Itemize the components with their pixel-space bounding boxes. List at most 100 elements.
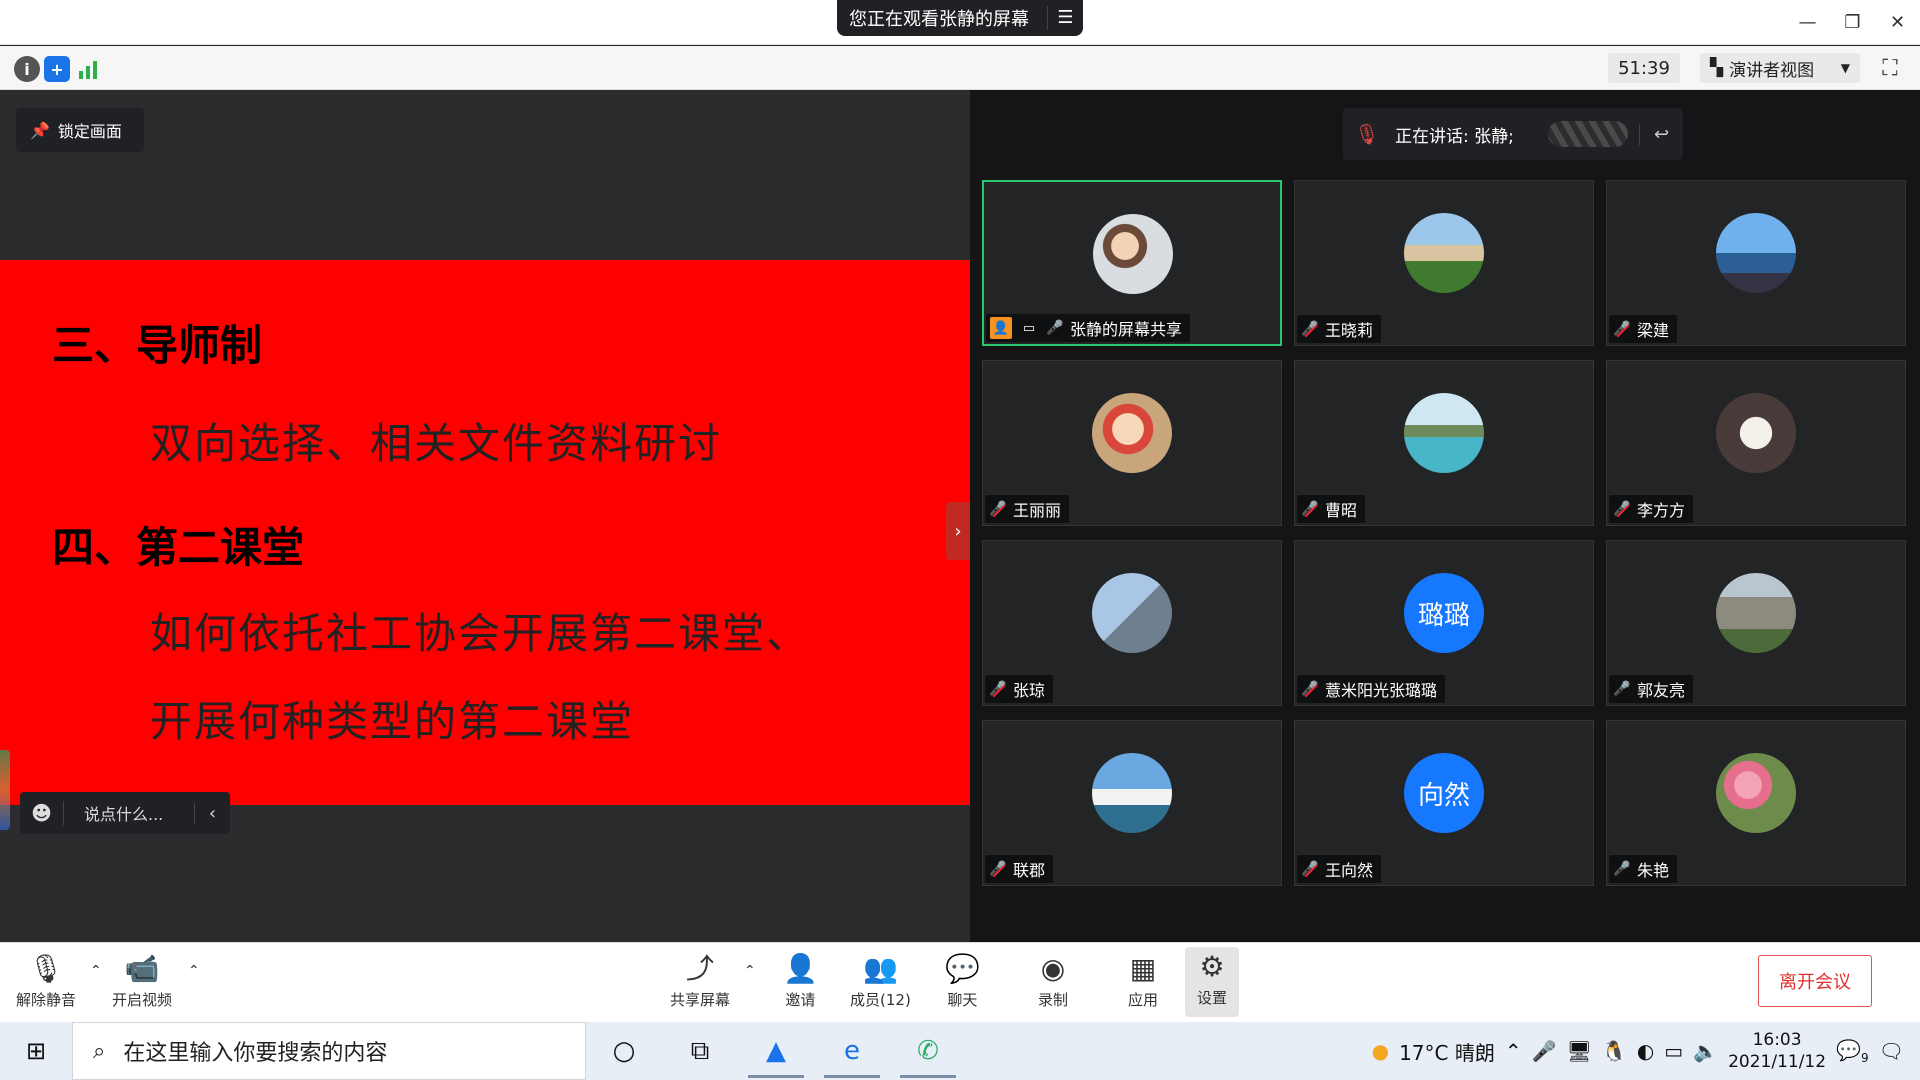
participant-tile[interactable]: 👤 ▭ 🎤 张静的屏幕共享 <box>982 180 1282 346</box>
browser-icon[interactable]: e <box>814 1022 890 1080</box>
settings-label: 设置 <box>1197 989 1228 1007</box>
clock[interactable]: 16:03 2021/11/12 <box>1728 1029 1826 1073</box>
windows-taskbar: ⊞ ⌕ 在这里输入你要搜索的内容 ○ ⧉ ▲ e ✆ ● 17°C 晴朗 ⌃ 🎤… <box>0 1022 1920 1080</box>
participant-name: 郭友亮 <box>1637 681 1686 700</box>
view-mode-icon: ▚ <box>1710 58 1724 78</box>
signal-bars-icon[interactable] <box>76 56 102 82</box>
record-icon: ◉ <box>1040 952 1066 985</box>
share-notice-pill[interactable]: 您正在观看张静的屏幕 ☰ <box>837 0 1083 36</box>
participant-name: 薏米阳光张璐璐 <box>1325 681 1438 700</box>
leave-meeting-button[interactable]: 离开会议 <box>1758 955 1872 1007</box>
participant-name: 梁建 <box>1637 321 1670 340</box>
participant-name: 曹昭 <box>1325 501 1358 520</box>
microphone-icon[interactable]: 🎤 <box>1532 1039 1557 1063</box>
chat-input[interactable]: 说点什么... <box>64 801 194 825</box>
action-center-icon[interactable]: 🗨 <box>1879 1039 1904 1063</box>
participant-tile[interactable]: 🎤 王丽丽 <box>982 360 1282 526</box>
apps-button[interactable]: ▦ 应用 <box>1128 949 1158 1010</box>
participant-tile[interactable]: 🎤 曹昭 <box>1294 360 1594 526</box>
members-button[interactable]: 👥 成员(12) <box>850 949 911 1010</box>
display-icon[interactable]: 🖥 <box>1567 1039 1592 1063</box>
meeting-app-icon[interactable]: ▲ <box>738 1022 814 1080</box>
qq-icon[interactable]: 🐧 <box>1602 1039 1627 1063</box>
participant-avatar <box>1092 753 1172 833</box>
blurred-name <box>1547 121 1628 147</box>
windows-start-icon[interactable]: ⊞ <box>0 1037 72 1065</box>
quick-chat-bar[interactable]: ☻ 说点什么... ‹ <box>20 792 230 834</box>
presentation-slide: 三、导师制 双向选择、相关文件资料研讨 四、第二课堂 如何依托社工协会开展第二课… <box>0 260 970 805</box>
participant-name-bar: 🎤 王晓莉 <box>1297 315 1382 343</box>
close-button[interactable]: ✕ <box>1875 0 1920 45</box>
wechat-icon[interactable]: ✆ <box>890 1022 966 1080</box>
participant-name-bar: 👤 ▭ 🎤 张静的屏幕共享 <box>986 314 1191 342</box>
share-screen-button[interactable]: ⤴ 共享屏幕 <box>670 949 730 1010</box>
mic-off-icon: 🎙 <box>28 952 64 985</box>
task-view-icon[interactable]: ⧉ <box>662 1022 738 1080</box>
participant-tile[interactable]: 🎤 联郡 <box>982 720 1282 886</box>
restore-button[interactable]: ❐ <box>1830 0 1875 45</box>
participant-name-bar: 🎤 王向然 <box>1297 855 1382 883</box>
participant-tile[interactable]: 🎤 梁建 <box>1606 180 1906 346</box>
participant-avatar <box>1093 214 1173 294</box>
taskbar-search-box[interactable]: ⌕ 在这里输入你要搜索的内容 <box>72 1022 586 1080</box>
mic-off-icon: 🎤 <box>1301 501 1319 517</box>
notification-count: 9 <box>1860 1050 1869 1065</box>
participant-name: 王晓莉 <box>1325 321 1374 340</box>
record-button[interactable]: ◉ 录制 <box>1038 949 1068 1010</box>
participant-tile[interactable]: 🎤 李方方 <box>1606 360 1906 526</box>
settings-button[interactable]: ⚙ 设置 <box>1185 947 1240 1017</box>
network-icon[interactable]: ◐ <box>1637 1039 1654 1063</box>
taskbar-search-placeholder: 在这里输入你要搜索的内容 <box>123 1041 388 1066</box>
participant-avatar <box>1092 573 1172 653</box>
active-speaker-label: 正在讲话: 张静; <box>1395 126 1514 147</box>
host-icon: 👤 <box>990 317 1012 339</box>
mic-off-icon: 🎤 <box>1301 861 1319 877</box>
gear-icon: ⚙ <box>1199 950 1225 983</box>
security-shield-icon[interactable]: + <box>44 56 70 82</box>
mic-off-icon: 🎤 <box>1613 501 1631 517</box>
cortana-icon[interactable]: ○ <box>586 1022 662 1080</box>
participant-name: 李方方 <box>1637 501 1686 520</box>
chevron-left-icon[interactable]: ‹ <box>194 802 230 824</box>
participant-name-bar: 🎤 梁建 <box>1609 315 1678 343</box>
side-handle[interactable] <box>0 750 10 830</box>
participant-avatar <box>1404 393 1484 473</box>
unmute-button[interactable]: 🎙 解除静音 <box>16 949 76 1010</box>
participant-avatar <box>1404 213 1484 293</box>
invite-button[interactable]: 👤 邀请 <box>783 949 818 1010</box>
view-mode-dropdown[interactable]: ▚ 演讲者视图 ▼ <box>1700 53 1860 83</box>
participant-tile[interactable]: 🎤 郭友亮 <box>1606 540 1906 706</box>
chevron-up-icon[interactable]: ⌃ <box>90 963 102 979</box>
invite-label: 邀请 <box>785 991 816 1009</box>
emoji-icon[interactable]: ☻ <box>20 801 64 825</box>
minimize-button[interactable]: — <box>1785 0 1830 45</box>
mic-off-icon: 🎤 <box>1301 681 1319 697</box>
weather-text[interactable]: 17°C 晴朗 <box>1399 1037 1495 1066</box>
participant-tile[interactable]: 璐璐 🎤 薏米阳光张璐璐 <box>1294 540 1594 706</box>
return-icon[interactable]: ↩ <box>1639 123 1683 145</box>
participant-name-bar: 🎤 薏米阳光张璐璐 <box>1297 675 1446 703</box>
participant-tile[interactable]: 🎤 朱艳 <box>1606 720 1906 886</box>
chat-button[interactable]: 💬 聊天 <box>945 949 980 1010</box>
battery-icon[interactable]: ▭ <box>1664 1039 1683 1063</box>
start-video-button[interactable]: 📹 开启视频 <box>112 949 172 1010</box>
participant-tile[interactable]: 🎤 张琼 <box>982 540 1282 706</box>
mic-on-icon: 🎤 <box>1613 861 1631 877</box>
chevron-up-icon[interactable]: ⌃ <box>744 963 756 979</box>
collapse-panel-button[interactable]: › <box>946 502 970 560</box>
menu-icon[interactable]: ☰ <box>1047 6 1083 30</box>
participant-tile[interactable]: 向然 🎤 王向然 <box>1294 720 1594 886</box>
participant-tile[interactable]: 🎤 王晓莉 <box>1294 180 1594 346</box>
mic-off-icon: 🎤 <box>989 861 1007 877</box>
chevron-up-icon[interactable]: ⌃ <box>1505 1039 1522 1063</box>
info-icon[interactable]: i <box>14 56 40 82</box>
fullscreen-icon[interactable]: ⛶ <box>1876 54 1904 82</box>
volume-icon[interactable]: 🔈 <box>1693 1039 1718 1063</box>
chevron-up-icon[interactable]: ⌃ <box>188 963 200 979</box>
notification-icon[interactable]: 💬9 <box>1836 1038 1869 1065</box>
participant-name: 张琼 <box>1013 681 1046 700</box>
meeting-window: 您正在观看张静的屏幕 ☰ — ❐ ✕ i + 51:39 ▚ 演讲者视图 ▼ ⛶… <box>0 0 1920 1080</box>
chat-label: 聊天 <box>947 991 978 1009</box>
lock-view-button[interactable]: 📌 锁定画面 <box>16 108 144 152</box>
apps-label: 应用 <box>1128 991 1159 1009</box>
